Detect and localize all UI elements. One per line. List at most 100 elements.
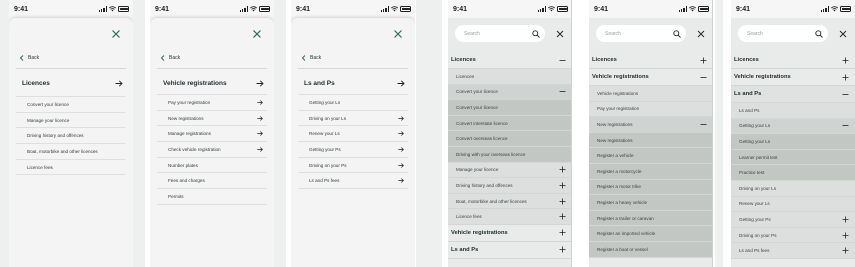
list-item[interactable]: Getting your Ls xyxy=(298,95,408,111)
phone-screen-vehicle-registrations: 9:41 Back Vehicle registrations Pay your… xyxy=(150,0,274,267)
menu-section[interactable]: Vehicle registrations xyxy=(448,224,572,242)
menu-item-label: Register a heavy vehicle xyxy=(597,199,648,205)
list-item-label: Licence fees xyxy=(27,164,53,170)
back-button[interactable]: Back xyxy=(19,55,39,61)
menu-section[interactable]: Ls and Ps xyxy=(731,86,855,103)
list-item[interactable]: Permits xyxy=(157,189,267,205)
chevron-left-icon xyxy=(160,55,165,61)
menu-item-label: Vehicle registrations xyxy=(734,74,791,80)
submenu-item[interactable]: Learner permit test xyxy=(731,149,855,166)
menu-item[interactable]: Licences xyxy=(448,69,572,85)
plus-icon xyxy=(559,198,566,205)
list-item-label: Driving history and offences xyxy=(27,133,84,139)
menu-section[interactable]: Vehicle registrations xyxy=(731,69,855,86)
section-title: Vehicle registrations xyxy=(163,80,227,87)
menu-item[interactable]: Getting your Ps xyxy=(731,212,855,228)
menu-item-label: Ls and Ps xyxy=(734,91,762,97)
list-item[interactable]: Convert your licence xyxy=(16,97,126,113)
list-item[interactable]: Driving on your Ls xyxy=(298,111,408,127)
list-item[interactable]: Number plates xyxy=(157,158,267,174)
list-item[interactable]: Renew your Ls xyxy=(298,126,408,143)
menu-item-label: Convert your licence xyxy=(456,89,498,95)
arrow-right-icon[interactable] xyxy=(115,80,123,87)
back-button[interactable]: Back xyxy=(301,55,321,61)
list-item-label: Convert your licence xyxy=(27,101,69,107)
submenu-item[interactable]: Register a vehicle xyxy=(589,148,713,164)
list-item[interactable]: Check vehicle registration xyxy=(157,142,267,158)
menu-item-label: Vehicle registrations xyxy=(597,90,639,96)
menu-section[interactable]: Vehicle registrations xyxy=(589,69,713,86)
back-label: Back xyxy=(28,55,40,61)
submenu-item[interactable]: Register a motorcycle xyxy=(589,163,713,180)
wifi-icon xyxy=(831,6,838,12)
list-item-label: Manage your licence xyxy=(27,117,70,123)
menu-item[interactable]: Licence fees xyxy=(448,209,572,225)
list-item[interactable]: Driving on your Ps xyxy=(298,158,408,174)
close-icon[interactable] xyxy=(556,30,564,38)
list-item[interactable]: New registrations xyxy=(157,111,267,127)
submenu-item[interactable]: Convert your licence xyxy=(448,100,572,116)
submenu-item[interactable]: Register a motor trike xyxy=(589,179,713,196)
menu-item[interactable]: Driving history and offences xyxy=(448,178,572,194)
submenu-item[interactable]: Getting your Ls xyxy=(731,134,855,150)
submenu-item[interactable]: Convert interstate licence xyxy=(448,115,572,132)
close-icon[interactable] xyxy=(111,29,121,39)
list-item[interactable]: Pay your registration xyxy=(157,95,267,111)
submenu-item[interactable]: Register an imported vehicle xyxy=(589,226,713,242)
list-item[interactable]: Ls and Ps fees xyxy=(298,173,408,190)
close-icon[interactable] xyxy=(252,29,262,39)
menu-item[interactable]: Getting your Ls xyxy=(731,118,855,135)
menu-item[interactable]: Driving on your Ps xyxy=(731,227,855,244)
menu-item-label: Licences xyxy=(592,57,617,63)
submenu-item[interactable]: Register a trailer or caravan xyxy=(589,210,713,227)
menu-section[interactable]: Licences xyxy=(589,52,713,69)
list-item[interactable]: Licence fees xyxy=(16,160,126,176)
menu-item[interactable]: Boat, motorbike and other licences xyxy=(448,193,572,210)
close-icon[interactable] xyxy=(697,30,705,38)
menu-section[interactable]: Licences xyxy=(731,52,855,69)
search-input[interactable]: Search xyxy=(455,25,545,42)
submenu-item[interactable]: Practice test xyxy=(731,165,855,181)
list-item[interactable]: Boat, motorbike and other licences xyxy=(16,144,126,160)
search-input[interactable]: Search xyxy=(738,25,828,42)
menu-item[interactable]: Pay your registration xyxy=(589,101,713,118)
status-time: 9:41 xyxy=(14,5,29,13)
menu-item[interactable]: Ls and Ps fees xyxy=(731,243,855,259)
menu-item[interactable]: Driving on your Ls xyxy=(731,180,855,197)
status-icons xyxy=(239,6,270,12)
menu-section[interactable]: Ls and Ps xyxy=(448,241,572,259)
menu-item-label: Pay your registration xyxy=(597,106,640,112)
menu-item[interactable]: Vehicle registrations xyxy=(589,86,713,102)
battery-icon xyxy=(118,6,129,12)
list-item-label: Manage registrations xyxy=(168,131,211,137)
menu-item[interactable]: Manage your licence xyxy=(448,162,572,179)
list-item[interactable]: Manage registrations xyxy=(157,126,267,143)
arrow-right-icon[interactable] xyxy=(256,80,264,87)
list-item[interactable]: Getting your Ps xyxy=(298,142,408,158)
status-icons xyxy=(537,6,568,12)
submenu-item[interactable]: Register a heavy vehicle xyxy=(589,195,713,211)
search-input[interactable]: Search xyxy=(596,25,686,42)
close-icon[interactable] xyxy=(839,30,847,38)
submenu-item[interactable]: New registrations xyxy=(589,132,713,149)
close-icon[interactable] xyxy=(393,29,403,39)
menu-list: Getting your Ls Driving on your Ls Renew y… xyxy=(298,94,408,190)
menu-item[interactable]: Ls and Ps xyxy=(731,103,855,119)
menu-item[interactable]: Renew your Ls xyxy=(731,196,855,213)
list-item-label: Driving on your Ls xyxy=(309,115,347,121)
list-item[interactable]: Fees and charges xyxy=(157,173,267,190)
menu-item[interactable]: Convert your licence xyxy=(448,84,572,101)
menu-item-label: New registrations xyxy=(597,137,633,143)
list-item-label: Permits xyxy=(168,193,184,199)
menu-item-label: Getting your Ls xyxy=(739,138,771,144)
arrow-right-icon[interactable] xyxy=(397,80,405,87)
submenu-item[interactable]: Convert overseas licence xyxy=(448,131,572,147)
submenu-item[interactable]: Driving with your overseas licence xyxy=(448,146,572,163)
back-button[interactable]: Back xyxy=(160,55,180,61)
menu-section[interactable]: Licences xyxy=(448,52,572,69)
menu-item[interactable]: New registrations xyxy=(589,117,713,133)
navigation-sheet: Back Ls and Ps Getting your Ls Driving on… xyxy=(291,18,415,267)
list-item[interactable]: Manage your licence xyxy=(16,113,126,129)
list-item[interactable]: Driving history and offences xyxy=(16,128,126,145)
submenu-item[interactable]: Register a boat or vessel xyxy=(589,241,713,258)
